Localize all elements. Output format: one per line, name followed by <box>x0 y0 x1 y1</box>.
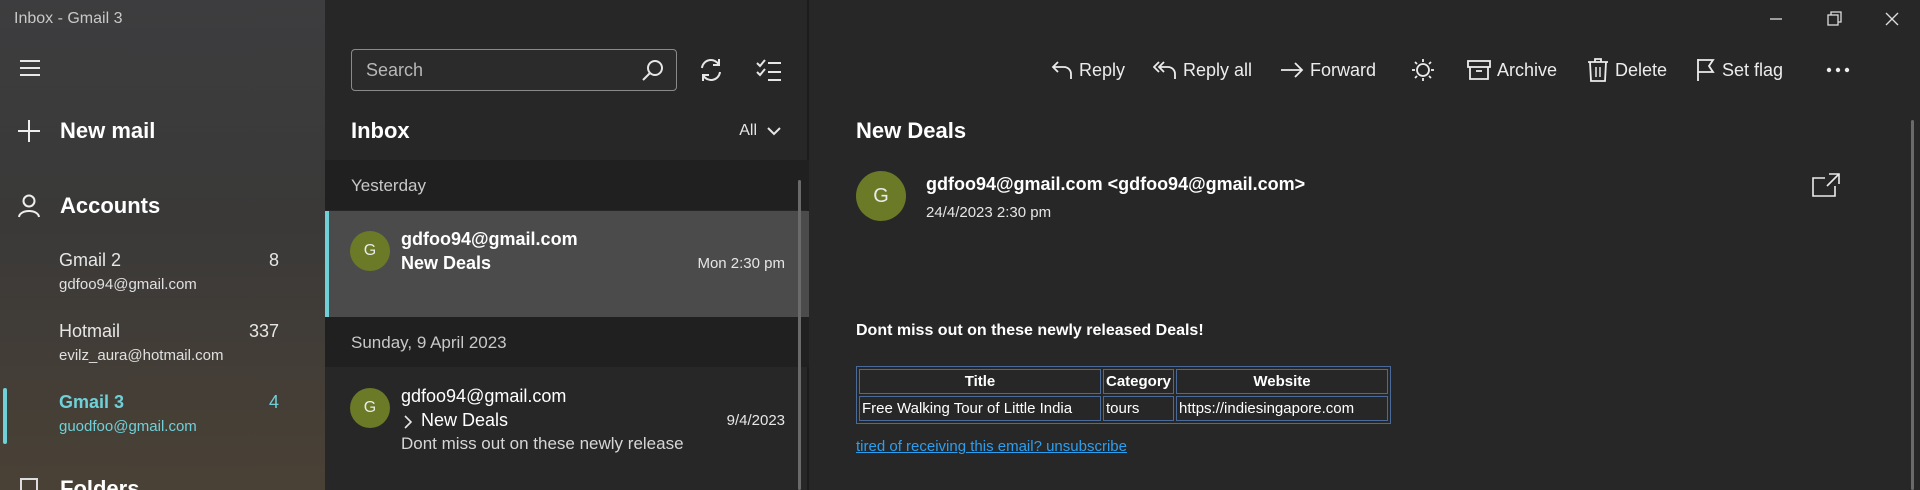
message-item[interactable]: G gdfoo94@gmail.com New Deals 9/4/2023 D… <box>325 368 809 474</box>
minimize-icon[interactable] <box>1767 10 1785 28</box>
new-mail-button[interactable]: New mail <box>18 116 155 146</box>
chevron-down-icon <box>767 127 781 136</box>
reply-all-icon <box>1153 61 1176 79</box>
select-mode-icon[interactable] <box>755 56 783 84</box>
unread-count: 337 <box>248 321 279 341</box>
set-flag-button[interactable]: Set flag <box>1696 56 1783 84</box>
forward-button[interactable]: Forward <box>1280 56 1376 84</box>
archive-button[interactable]: Archive <box>1467 56 1557 84</box>
sync-icon[interactable] <box>697 56 725 84</box>
hamburger-menu-icon[interactable] <box>20 60 40 76</box>
reply-all-label: Reply all <box>1183 59 1253 80</box>
sender-avatar: G <box>856 171 906 221</box>
group-header: Sunday, 9 April 2023 <box>325 317 809 367</box>
filter-dropdown[interactable]: All <box>739 122 781 140</box>
trash-icon <box>1588 58 1608 82</box>
email-subject: New Deals <box>856 118 967 143</box>
accounts-label: Accounts <box>60 193 161 218</box>
sidebar-account-gmail-2[interactable]: Gmail 2 8 gdfoo94@gmail.com <box>0 250 325 310</box>
message-subject: New Deals <box>421 410 509 430</box>
archive-label: Archive <box>1497 59 1558 80</box>
delete-button[interactable]: Delete <box>1587 56 1667 84</box>
mail-app: Inbox - Gmail 3 New mail Accounts Gmail … <box>0 0 1920 490</box>
person-icon <box>18 194 40 218</box>
search-input[interactable] <box>352 50 632 90</box>
plus-icon <box>18 120 40 142</box>
accounts-header[interactable]: Accounts <box>18 191 160 221</box>
unread-count: 8 <box>268 250 279 270</box>
table-header-category: Category <box>1103 369 1175 394</box>
avatar: G <box>350 388 390 428</box>
flag-icon <box>1697 59 1715 81</box>
message-sender: gdfoo94@gmail.com <box>401 386 567 406</box>
table-header-title: Title <box>859 369 1101 394</box>
folders-label[interactable]: Folders <box>60 476 139 490</box>
message-sender: gdfoo94@gmail.com <box>401 229 578 249</box>
table-row: Free Walking Tour of Little India tours … <box>859 396 1389 421</box>
sidebar: Inbox - Gmail 3 New mail Accounts Gmail … <box>0 0 325 490</box>
email-sender[interactable]: gdfoo94@gmail.com <gdfoo94@gmail.com> <box>926 174 1305 195</box>
folder-icon <box>20 478 38 490</box>
avatar: G <box>350 231 390 271</box>
email-date: 24/4/2023 2:30 pm <box>926 204 1052 221</box>
account-email: gdfoo94@gmail.com <box>59 276 197 293</box>
email-body-heading: Dont miss out on these newly released De… <box>856 322 1204 339</box>
message-date: Mon 2:30 pm <box>697 255 785 272</box>
sun-icon <box>1412 59 1434 81</box>
account-email: evilz_aura@hotmail.com <box>59 347 224 364</box>
open-in-new-window-icon[interactable] <box>1811 172 1841 198</box>
sidebar-account-hotmail[interactable]: Hotmail 337 evilz_aura@hotmail.com <box>0 321 325 381</box>
group-header: Yesterday <box>325 160 809 210</box>
reply-label: Reply <box>1079 59 1126 80</box>
account-name: Hotmail <box>59 321 121 341</box>
message-item[interactable]: G gdfoo94@gmail.com New Deals Mon 2:30 p… <box>325 211 809 317</box>
message-date: 9/4/2023 <box>726 412 785 429</box>
window-title: Inbox - Gmail 3 <box>14 10 123 27</box>
list-scrollbar[interactable] <box>798 180 801 490</box>
theme-toggle-button[interactable] <box>1411 56 1441 84</box>
unsubscribe-link[interactable]: tired of receiving this email? unsubscri… <box>856 438 1127 455</box>
table-cell: Free Walking Tour of Little India <box>859 396 1101 421</box>
more-icon <box>1826 67 1850 73</box>
unread-count: 4 <box>268 392 279 412</box>
chevron-right-icon[interactable] <box>403 415 413 429</box>
message-subject: New Deals <box>401 253 492 273</box>
search-box <box>351 49 677 91</box>
account-name: Gmail 2 <box>59 250 122 270</box>
reader-scrollbar[interactable] <box>1911 120 1914 490</box>
reading-pane: Reply Reply all Forward Archive Delete S… <box>811 0 1920 490</box>
more-actions-button[interactable] <box>1826 56 1856 84</box>
table-header-website: Website <box>1176 369 1389 394</box>
table-cell: https://indiesingapore.com <box>1176 396 1389 421</box>
folder-title: Inbox <box>351 118 410 143</box>
delete-label: Delete <box>1615 59 1668 80</box>
account-email: guodfoo@gmail.com <box>59 418 197 435</box>
table-cell: tours <box>1103 396 1175 421</box>
active-indicator <box>3 388 7 444</box>
new-mail-label: New mail <box>60 118 156 143</box>
close-icon[interactable] <box>1883 10 1901 28</box>
forward-label: Forward <box>1310 59 1377 80</box>
restore-icon[interactable] <box>1825 10 1843 28</box>
reply-button[interactable]: Reply <box>1051 56 1125 84</box>
reply-all-button[interactable]: Reply all <box>1153 56 1252 84</box>
account-name: Gmail 3 <box>59 392 125 412</box>
sidebar-account-gmail-3[interactable]: Gmail 3 4 guodfoo@gmail.com <box>0 388 325 452</box>
message-list-pane: Inbox All Yesterday G gdfoo94@gmail.com … <box>325 0 809 490</box>
search-icon[interactable] <box>642 59 664 81</box>
message-preview: Dont miss out on these newly release <box>401 434 684 453</box>
deals-table: Title Category Website Free Walking Tour… <box>856 366 1392 424</box>
set-flag-label: Set flag <box>1722 59 1784 80</box>
selection-indicator <box>325 211 329 317</box>
reply-icon <box>1051 61 1072 79</box>
archive-icon <box>1467 60 1491 80</box>
filter-label: All <box>739 122 757 139</box>
forward-icon <box>1281 62 1304 78</box>
